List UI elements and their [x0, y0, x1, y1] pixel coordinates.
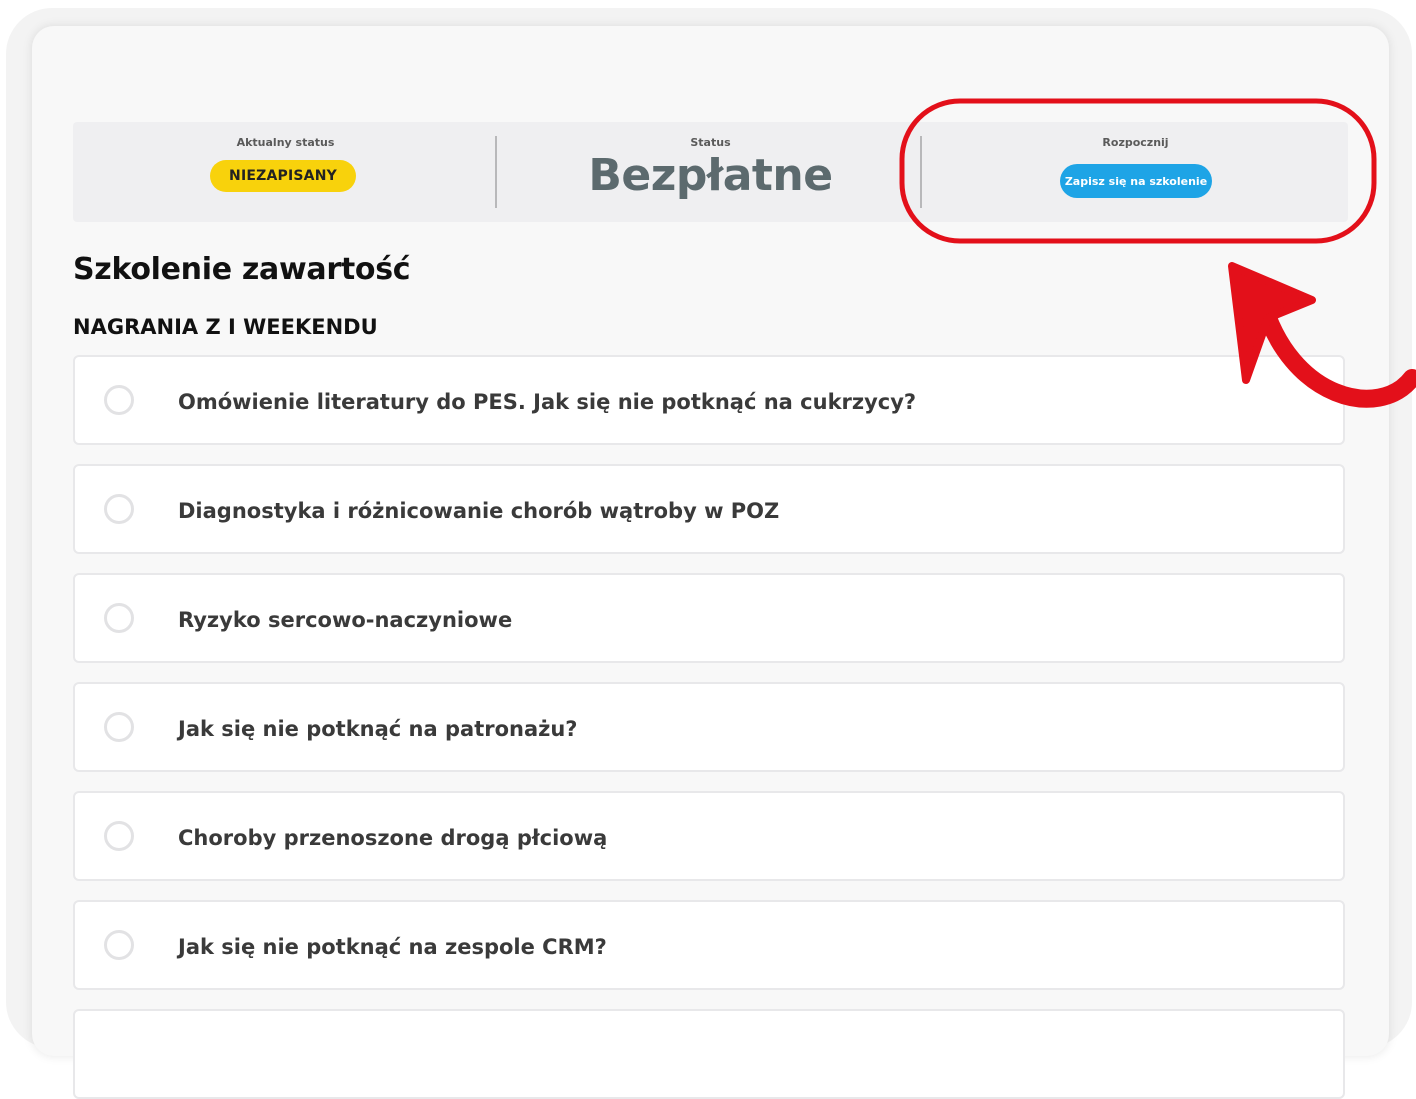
- lesson-title: Choroby przenoszone drogą płciową: [178, 826, 608, 850]
- course-content-title: Szkolenie zawartość: [73, 252, 411, 287]
- status-badge: NIEZAPISANY: [210, 160, 356, 192]
- price-section: Status Bezpłatne: [498, 122, 923, 222]
- empty-circle-icon: [104, 821, 134, 851]
- start-section: Rozpocznij Zapisz się na szkolenie: [923, 122, 1348, 222]
- lesson-item[interactable]: Jak się nie potknąć na patronażu?: [73, 682, 1345, 772]
- lesson-item[interactable]: [73, 1009, 1345, 1099]
- lesson-title: Diagnostyka i różnicowanie chorób wątrob…: [178, 499, 780, 523]
- enroll-button[interactable]: Zapisz się na szkolenie: [1060, 164, 1212, 198]
- lesson-title: Omówienie literatury do PES. Jak się nie…: [178, 390, 917, 414]
- lesson-title: Jak się nie potknąć na patronażu?: [178, 717, 578, 741]
- empty-circle-icon: [104, 930, 134, 960]
- course-status-bar: Aktualny status NIEZAPISANY Status Bezpł…: [73, 122, 1348, 222]
- lesson-title: Ryzyko sercowo-naczyniowe: [178, 608, 513, 632]
- price-label: Status: [690, 136, 731, 149]
- status-divider: [495, 136, 497, 208]
- lesson-item[interactable]: Ryzyko sercowo-naczyniowe: [73, 573, 1345, 663]
- current-status-label: Aktualny status: [236, 136, 335, 149]
- empty-circle-icon: [104, 385, 134, 415]
- lesson-item[interactable]: Choroby przenoszone drogą płciową: [73, 791, 1345, 881]
- lesson-item[interactable]: Diagnostyka i różnicowanie chorób wątrob…: [73, 464, 1345, 554]
- lesson-item[interactable]: Jak się nie potknąć na zespole CRM?: [73, 900, 1345, 990]
- price-value: Bezpłatne: [588, 150, 833, 201]
- current-status-section: Aktualny status NIEZAPISANY: [73, 122, 498, 222]
- start-label: Rozpocznij: [1102, 136, 1169, 149]
- status-divider: [920, 136, 922, 208]
- lesson-title: Jak się nie potknąć na zespole CRM?: [178, 935, 607, 959]
- empty-circle-icon: [104, 712, 134, 742]
- section-heading: NAGRANIA Z I WEEKENDU: [73, 315, 378, 339]
- empty-circle-icon: [104, 494, 134, 524]
- lesson-item[interactable]: Omówienie literatury do PES. Jak się nie…: [73, 355, 1345, 445]
- empty-circle-icon: [104, 603, 134, 633]
